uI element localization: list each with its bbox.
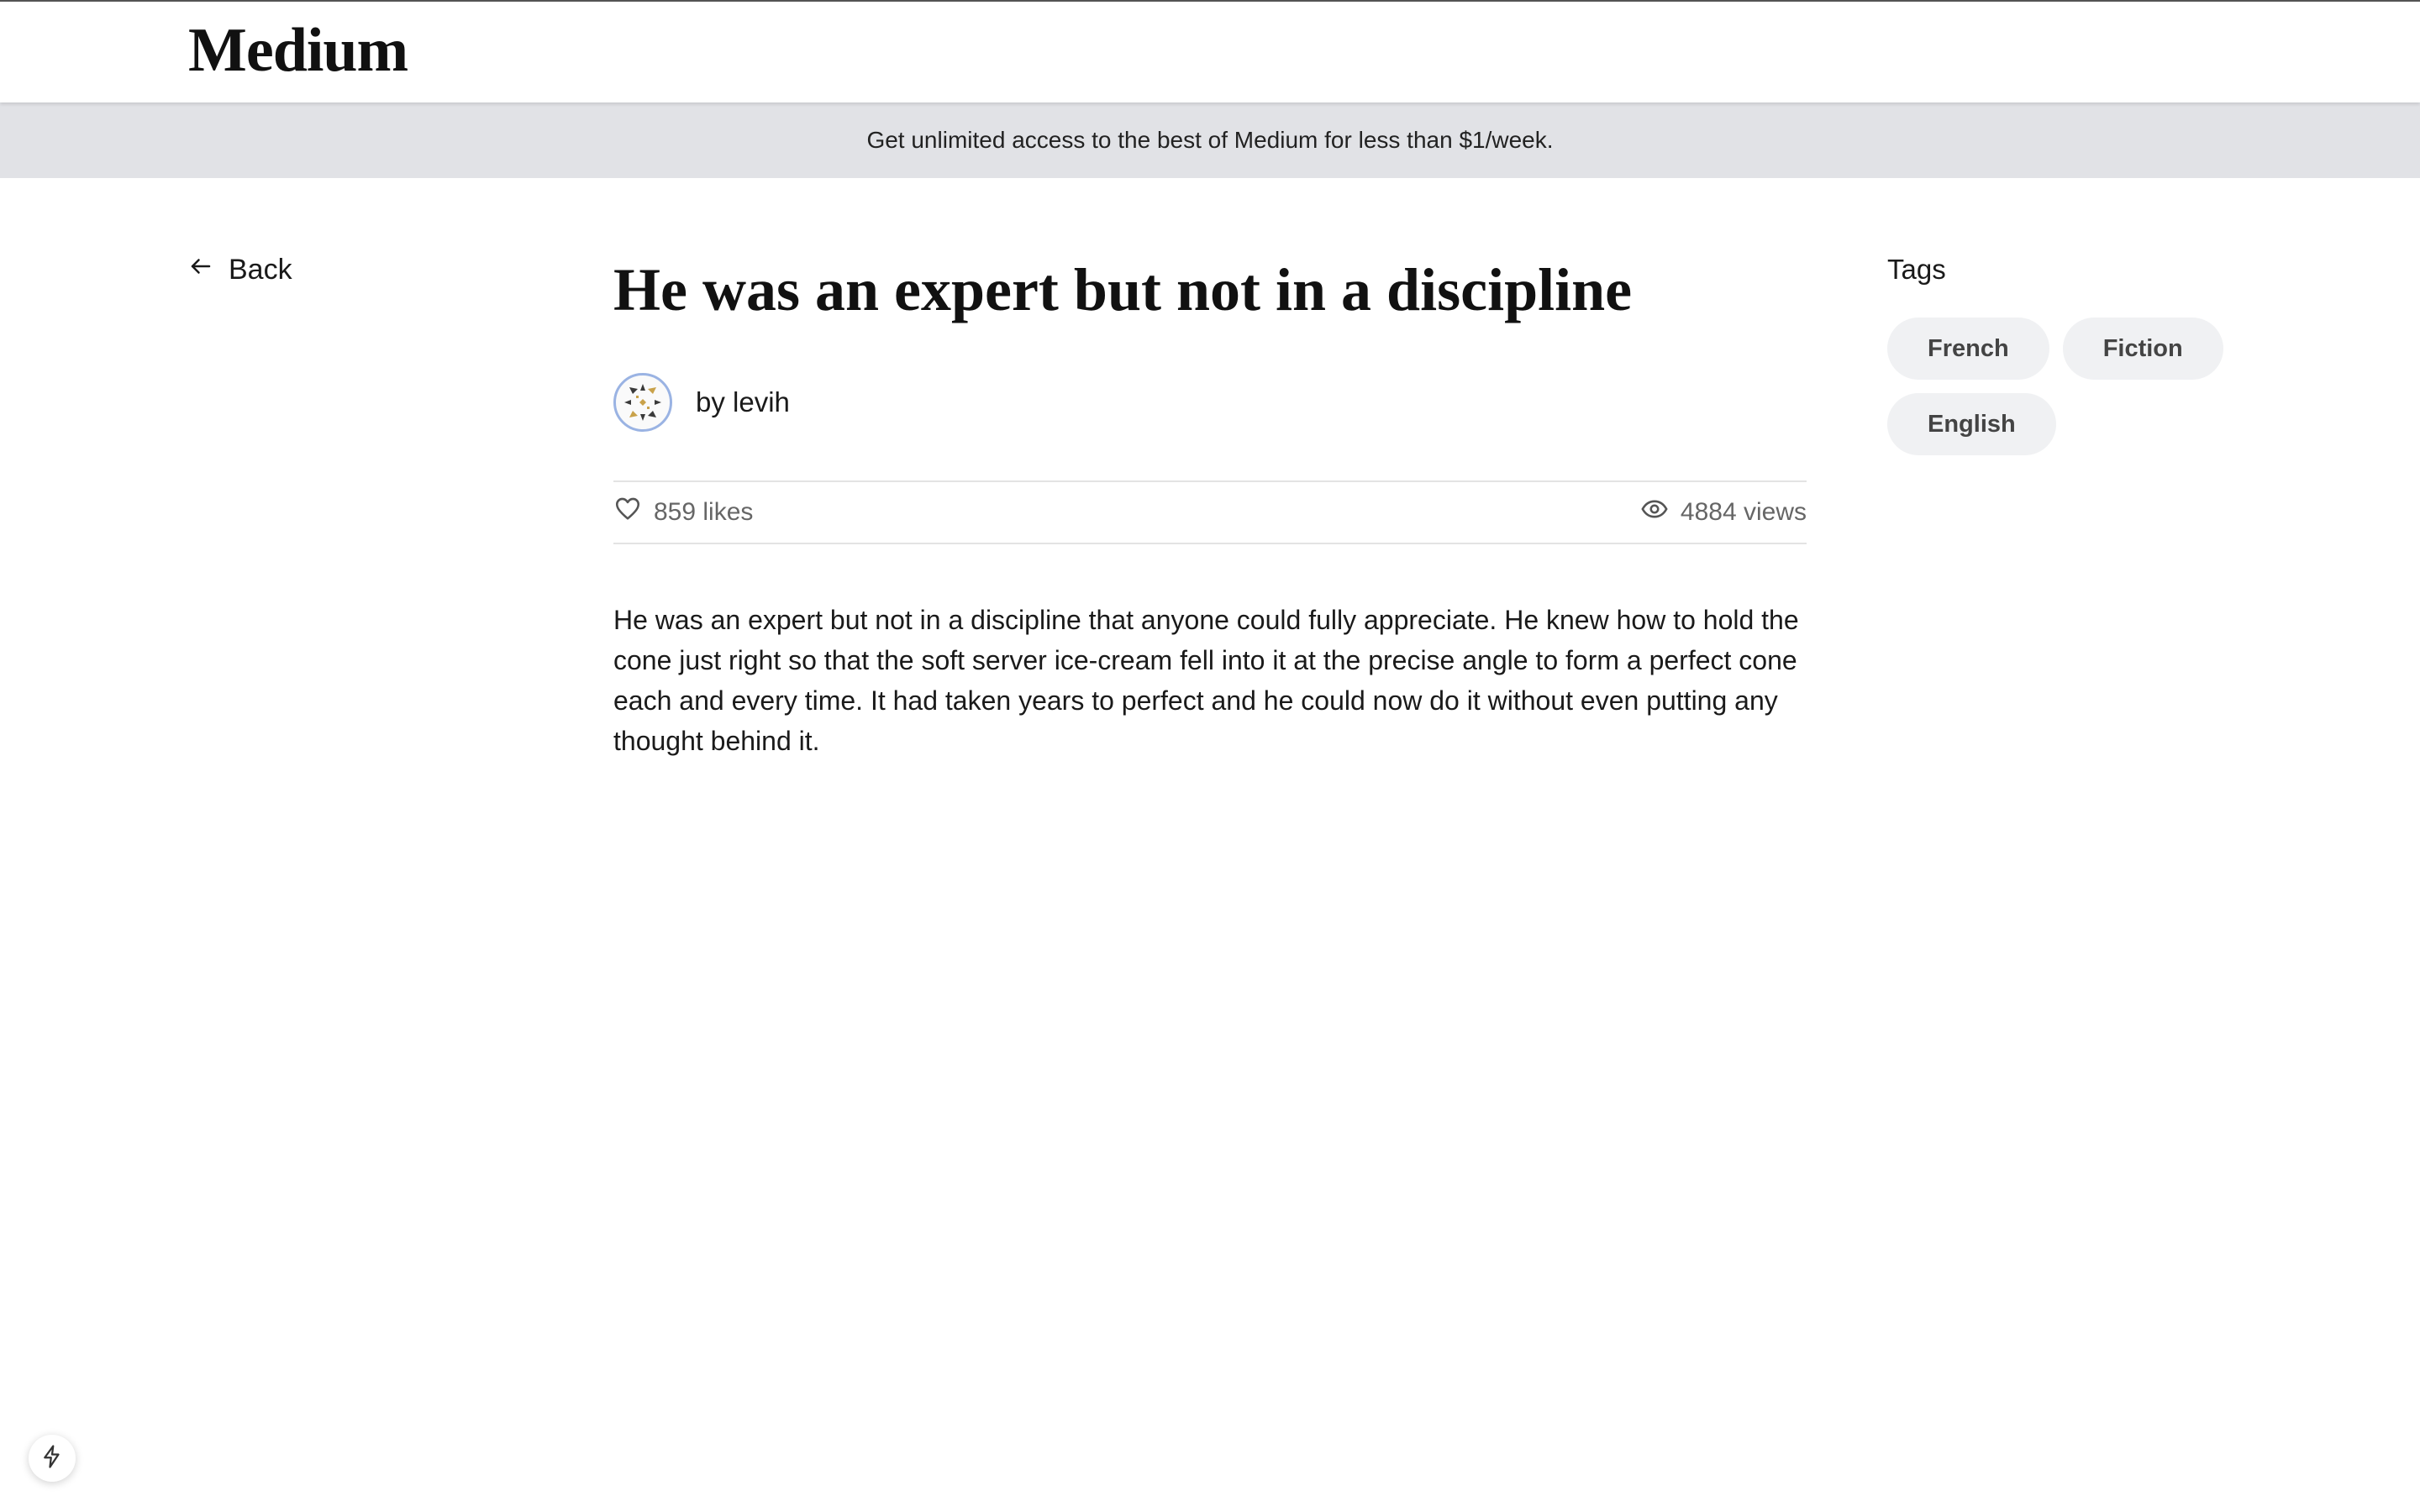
arrow-left-icon [188,254,213,286]
dev-tools-button[interactable] [29,1435,76,1482]
site-logo[interactable]: Medium [188,15,408,87]
views-count: 4884 views [1680,498,1807,526]
heart-icon[interactable] [613,495,642,530]
stats-row: 859 likes 4884 views [613,480,1807,544]
author-name[interactable]: by levih [696,386,790,418]
article: He was an expert but not in a discipline… [613,252,1807,788]
tag-chip[interactable]: Fiction [2062,318,2223,380]
likes-stat[interactable]: 859 likes [613,495,753,530]
promo-banner-text[interactable]: Get unlimited access to the best of Medi… [866,127,1553,154]
article-body: He was an expert but not in a discipline… [613,605,1799,756]
back-label: Back [229,254,292,286]
tag-chip[interactable]: English [1887,393,2056,455]
avatar-pattern-icon [624,384,661,421]
author-row: by levih [613,373,1807,432]
site-header: Medium [0,2,2420,102]
tag-list: French Fiction English [1887,318,2274,455]
lightning-icon [39,1444,65,1473]
views-stat: 4884 views [1640,495,1807,530]
tag-chip[interactable]: French [1887,318,2049,380]
author-avatar[interactable] [613,373,672,432]
likes-count: 859 likes [654,498,754,526]
tags-panel: Tags French Fiction English [1887,254,2274,455]
article-title: He was an expert but not in a discipline [613,256,1633,323]
back-button[interactable]: Back [188,254,292,286]
eye-icon [1640,495,1669,530]
tags-heading: Tags [1887,254,1946,285]
promo-banner[interactable]: Get unlimited access to the best of Medi… [0,102,2420,178]
